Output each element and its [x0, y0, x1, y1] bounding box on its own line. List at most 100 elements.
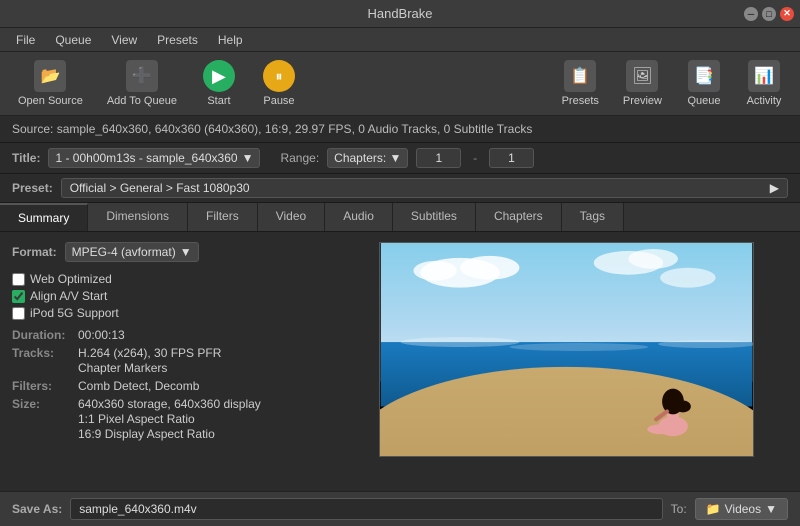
- start-button[interactable]: ▶ Start: [193, 56, 245, 111]
- window-controls: ─ □ ✕: [744, 7, 794, 21]
- format-row: Format: MPEG-4 (avformat) ▼: [12, 242, 332, 262]
- web-optimized-row: Web Optimized: [12, 272, 332, 286]
- filters-value: Comb Detect, Decomb: [78, 379, 199, 393]
- ipod-checkbox[interactable]: [12, 307, 25, 320]
- menu-help[interactable]: Help: [210, 31, 251, 49]
- preset-label: Preset:: [12, 181, 53, 195]
- title-row: Title: 1 - 00h00m13s - sample_640x360 ▼ …: [0, 143, 800, 174]
- to-label: To:: [671, 502, 687, 516]
- web-optimized-checkbox[interactable]: [12, 273, 25, 286]
- titlebar: HandBrake ─ □ ✕: [0, 0, 800, 28]
- source-info: Source: sample_640x360, 640x360 (640x360…: [0, 116, 800, 143]
- tab-filters[interactable]: Filters: [188, 203, 258, 231]
- preview-button[interactable]: 🖼 Preview: [615, 56, 670, 111]
- queue-icon: 📑: [688, 60, 720, 92]
- tab-summary[interactable]: Summary: [0, 203, 88, 231]
- duration-value: 00:00:13: [78, 328, 125, 342]
- save-bar: Save As: To: 📁 Videos ▼: [0, 491, 800, 526]
- tab-chapters[interactable]: Chapters: [476, 203, 562, 231]
- align-av-label: Align A/V Start: [30, 289, 107, 303]
- duration-row: Duration: 00:00:13: [12, 328, 332, 342]
- tab-dimensions[interactable]: Dimensions: [88, 203, 188, 231]
- pause-icon: ⏸: [263, 60, 295, 92]
- open-source-icon: 📂: [34, 60, 66, 92]
- app-title: HandBrake: [367, 6, 432, 21]
- tracks-value2: Chapter Markers: [78, 361, 167, 375]
- activity-button[interactable]: 📊 Activity: [738, 56, 790, 111]
- range-arrow: ▼: [390, 151, 402, 165]
- size-value3: 16:9 Display Aspect Ratio: [78, 427, 215, 441]
- summary-panel: Format: MPEG-4 (avformat) ▼ Web Optimize…: [12, 242, 332, 491]
- main-content: Format: MPEG-4 (avformat) ▼ Web Optimize…: [0, 232, 800, 501]
- size-value2: 1:1 Pixel Aspect Ratio: [78, 412, 195, 426]
- presets-button[interactable]: 📋 Presets: [554, 56, 607, 111]
- menu-file[interactable]: File: [8, 31, 43, 49]
- preview-icon: 🖼: [626, 60, 658, 92]
- open-source-label: Open Source: [18, 95, 83, 107]
- range-label: Range:: [280, 151, 319, 165]
- save-as-input[interactable]: [70, 498, 662, 520]
- chapter-dash: -: [469, 151, 481, 165]
- activity-icon: 📊: [748, 60, 780, 92]
- open-source-button[interactable]: 📂 Open Source: [10, 56, 91, 111]
- tab-video[interactable]: Video: [258, 203, 325, 231]
- align-av-row: Align A/V Start: [12, 289, 332, 303]
- minimize-button[interactable]: ─: [744, 7, 758, 21]
- duration-label: Duration:: [12, 328, 72, 342]
- add-queue-label: Add To Queue: [107, 95, 177, 107]
- start-label: Start: [207, 95, 230, 107]
- folder-button[interactable]: 📁 Videos ▼: [695, 498, 788, 520]
- range-dropdown[interactable]: Chapters: ▼: [327, 148, 408, 168]
- tab-subtitles[interactable]: Subtitles: [393, 203, 476, 231]
- size-row: Size: 640x360 storage, 640x360 display 1…: [12, 397, 332, 441]
- title-value: 1 - 00h00m13s - sample_640x360: [55, 151, 237, 165]
- title-dropdown[interactable]: 1 - 00h00m13s - sample_640x360 ▼: [48, 148, 260, 168]
- size-value: 640x360 storage, 640x360 display: [78, 397, 261, 411]
- format-label: Format:: [12, 245, 57, 259]
- save-as-label: Save As:: [12, 502, 62, 516]
- pause-button[interactable]: ⏸ Pause: [253, 56, 305, 111]
- presets-label: Presets: [562, 95, 599, 107]
- preset-arrow: ▶: [770, 181, 779, 195]
- tracks-row: Tracks: H.264 (x264), 30 FPS PFR Chapter…: [12, 346, 332, 375]
- ipod-row: iPod 5G Support: [12, 306, 332, 320]
- presets-icon: 📋: [564, 60, 596, 92]
- filters-row: Filters: Comb Detect, Decomb: [12, 379, 332, 393]
- folder-icon: 📁: [706, 502, 721, 516]
- folder-arrow: ▼: [765, 502, 777, 516]
- queue-button[interactable]: 📑 Queue: [678, 56, 730, 111]
- size-label: Size:: [12, 397, 72, 411]
- menu-queue[interactable]: Queue: [47, 31, 99, 49]
- preview-image: [379, 242, 754, 457]
- close-button[interactable]: ✕: [780, 7, 794, 21]
- pause-label: Pause: [263, 95, 294, 107]
- web-optimized-label: Web Optimized: [30, 272, 112, 286]
- chapter-end[interactable]: 1: [489, 148, 534, 168]
- maximize-button[interactable]: □: [762, 7, 776, 21]
- add-queue-icon: ➕: [126, 60, 158, 92]
- tab-tags[interactable]: Tags: [562, 203, 624, 231]
- source-text: Source: sample_640x360, 640x360 (640x360…: [12, 122, 532, 136]
- tab-bar: Summary Dimensions Filters Video Audio S…: [0, 203, 800, 232]
- queue-label: Queue: [687, 95, 720, 107]
- menubar: File Queue View Presets Help: [0, 28, 800, 52]
- format-dropdown[interactable]: MPEG-4 (avformat) ▼: [65, 242, 199, 262]
- menu-presets[interactable]: Presets: [149, 31, 206, 49]
- beach-svg: [380, 243, 753, 456]
- preset-row: Preset: Official > General > Fast 1080p3…: [0, 174, 800, 203]
- format-value: MPEG-4 (avformat): [72, 245, 176, 259]
- chapter-start[interactable]: 1: [416, 148, 461, 168]
- start-icon: ▶: [203, 60, 235, 92]
- range-value: Chapters:: [334, 151, 386, 165]
- preview-panel: [344, 242, 788, 491]
- preview-label: Preview: [623, 95, 662, 107]
- tracks-label: Tracks:: [12, 346, 72, 360]
- preset-dropdown[interactable]: Official > General > Fast 1080p30 ▶: [61, 178, 788, 198]
- toolbar: 📂 Open Source ➕ Add To Queue ▶ Start ⏸ P…: [0, 52, 800, 116]
- align-av-checkbox[interactable]: [12, 290, 25, 303]
- tab-audio[interactable]: Audio: [325, 203, 393, 231]
- add-to-queue-button[interactable]: ➕ Add To Queue: [99, 56, 185, 111]
- filters-label: Filters:: [12, 379, 72, 393]
- menu-view[interactable]: View: [103, 31, 145, 49]
- tracks-value: H.264 (x264), 30 FPS PFR: [78, 346, 221, 360]
